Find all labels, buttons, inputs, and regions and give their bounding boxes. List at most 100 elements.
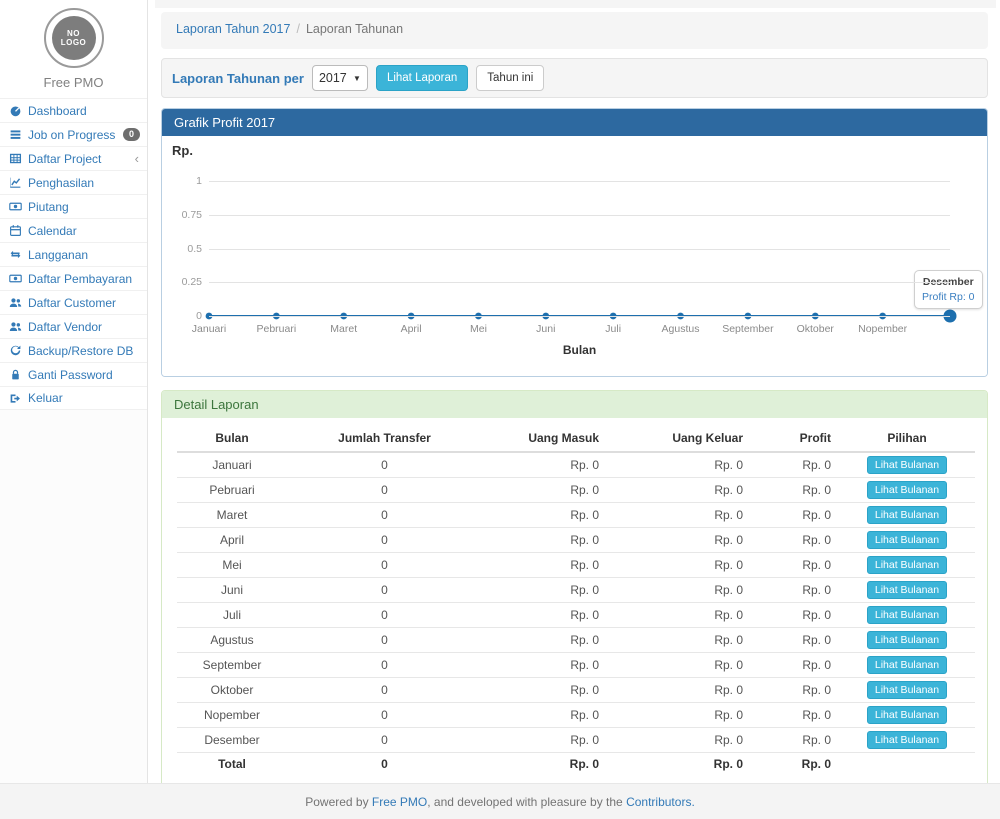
lihat-bulanan-button-januari[interactable]: Lihat Bulanan xyxy=(867,456,947,474)
lihat-laporan-button[interactable]: Lihat Laporan xyxy=(376,65,468,91)
profit-cell: Rp. 0 xyxy=(751,728,839,753)
sidebar-item-penghasilan[interactable]: Penghasilan xyxy=(0,170,147,194)
sidebar-item-label: Daftar Pembayaran xyxy=(28,272,132,286)
uang-masuk-cell: Rp. 0 xyxy=(482,553,607,578)
table-row-oktober: Oktober0Rp. 0Rp. 0Rp. 0Lihat Bulanan xyxy=(177,678,975,703)
lihat-bulanan-button-desember[interactable]: Lihat Bulanan xyxy=(867,731,947,749)
column-header-bulan: Bulan xyxy=(177,426,287,452)
uang-masuk-cell: Rp. 0 xyxy=(482,753,607,777)
breadcrumb-separator: / xyxy=(296,22,299,36)
jumlah-transfer-cell: 0 xyxy=(287,478,482,503)
y-tick-label: 0.5 xyxy=(166,243,202,255)
footer: Powered by Free PMO, and developed with … xyxy=(0,783,1000,819)
money-icon xyxy=(9,200,22,213)
profit-cell: Rp. 0 xyxy=(751,753,839,777)
table-row-total: Total0Rp. 0Rp. 0Rp. 0 xyxy=(177,753,975,777)
sidebar: NOLOGO Free PMO DashboardJob on Progress… xyxy=(0,0,148,783)
app-name: Free PMO xyxy=(0,75,147,98)
profit-line-chart: Rp. Bulan Desember Profit Rp: 0 10.750.5… xyxy=(162,136,987,376)
jumlah-transfer-cell: 0 xyxy=(287,553,482,578)
uang-keluar-cell: Rp. 0 xyxy=(607,478,751,503)
pilihan-cell: Lihat Bulanan xyxy=(839,703,975,728)
table-header-row: BulanJumlah TransferUang MasukUang Kelua… xyxy=(177,426,975,452)
footer-link-contributors[interactable]: Contributors. xyxy=(626,795,695,809)
sidebar-menu: DashboardJob on Progress0Daftar Project‹… xyxy=(0,98,147,410)
sidebar-item-dashboard[interactable]: Dashboard xyxy=(0,98,147,122)
sidebar-item-ganti-password[interactable]: Ganti Password xyxy=(0,362,147,386)
sidebar-item-label: Job on Progress xyxy=(28,128,115,142)
sidebar-item-label: Backup/Restore DB xyxy=(28,344,133,358)
uang-masuk-cell: Rp. 0 xyxy=(482,728,607,753)
report-filter-bar: Laporan Tahunan per 2017 ▼ Lihat Laporan… xyxy=(161,58,988,98)
pilihan-cell: Lihat Bulanan xyxy=(839,528,975,553)
logo-text: NOLOGO xyxy=(61,29,87,47)
x-tick-label-nopember: Nopember xyxy=(843,323,923,335)
sidebar-item-keluar[interactable]: Keluar xyxy=(0,386,147,410)
column-header-uang-masuk: Uang Masuk xyxy=(482,426,607,452)
bulan-cell: Mei xyxy=(177,553,287,578)
uang-masuk-cell: Rp. 0 xyxy=(482,478,607,503)
sidebar-item-langganan[interactable]: Langganan xyxy=(0,242,147,266)
column-header-profit: Profit xyxy=(751,426,839,452)
sidebar-item-calendar[interactable]: Calendar xyxy=(0,218,147,242)
column-header-pilihan: Pilihan xyxy=(839,426,975,452)
year-select[interactable]: 2017 ▼ xyxy=(312,65,368,91)
profit-cell: Rp. 0 xyxy=(751,503,839,528)
breadcrumb-link-laporan-tahun[interactable]: Laporan Tahun 2017 xyxy=(176,22,290,36)
lihat-bulanan-button-maret[interactable]: Lihat Bulanan xyxy=(867,506,947,524)
pilihan-cell: Lihat Bulanan xyxy=(839,553,975,578)
y-tick-label: 0 xyxy=(166,310,202,322)
sidebar-item-daftar-vendor[interactable]: Daftar Vendor xyxy=(0,314,147,338)
table-row-april: April0Rp. 0Rp. 0Rp. 0Lihat Bulanan xyxy=(177,528,975,553)
bulan-cell: Total xyxy=(177,753,287,777)
sidebar-item-label: Daftar Customer xyxy=(28,296,116,310)
sidebar-item-label: Daftar Vendor xyxy=(28,320,102,334)
lihat-bulanan-button-juli[interactable]: Lihat Bulanan xyxy=(867,606,947,624)
sidebar-item-piutang[interactable]: Piutang xyxy=(0,194,147,218)
jumlah-transfer-cell: 0 xyxy=(287,728,482,753)
sidebar-item-job-on-progress[interactable]: Job on Progress0 xyxy=(0,122,147,146)
app-logo: NOLOGO xyxy=(44,8,104,68)
sidebar-item-backup-restore-db[interactable]: Backup/Restore DB xyxy=(0,338,147,362)
bulan-cell: Maret xyxy=(177,503,287,528)
lihat-bulanan-button-agustus[interactable]: Lihat Bulanan xyxy=(867,631,947,649)
bulan-cell: Juni xyxy=(177,578,287,603)
gridline xyxy=(209,249,950,250)
main-content: Laporan Tahun 2017/Laporan Tahunan Lapor… xyxy=(149,0,1000,783)
bulan-cell: Juli xyxy=(177,603,287,628)
tasks-icon xyxy=(9,128,22,141)
bulan-cell: Pebruari xyxy=(177,478,287,503)
sidebar-item-daftar-pembayaran[interactable]: Daftar Pembayaran xyxy=(0,266,147,290)
lihat-bulanan-button-juni[interactable]: Lihat Bulanan xyxy=(867,581,947,599)
footer-link-free-pmo[interactable]: Free PMO xyxy=(372,795,427,809)
money-icon xyxy=(9,272,22,285)
chart-panel-title: Grafik Profit 2017 xyxy=(162,109,987,136)
profit-cell: Rp. 0 xyxy=(751,478,839,503)
lihat-bulanan-button-pebruari[interactable]: Lihat Bulanan xyxy=(867,481,947,499)
lihat-bulanan-button-oktober[interactable]: Lihat Bulanan xyxy=(867,681,947,699)
uang-masuk-cell: Rp. 0 xyxy=(482,703,607,728)
dashboard-icon xyxy=(9,104,22,117)
uang-keluar-cell: Rp. 0 xyxy=(607,503,751,528)
lihat-bulanan-button-april[interactable]: Lihat Bulanan xyxy=(867,531,947,549)
tahun-ini-button[interactable]: Tahun ini xyxy=(476,65,544,91)
lihat-bulanan-button-september[interactable]: Lihat Bulanan xyxy=(867,656,947,674)
sidebar-item-label: Langganan xyxy=(28,248,88,262)
profit-cell: Rp. 0 xyxy=(751,528,839,553)
lihat-bulanan-button-nopember[interactable]: Lihat Bulanan xyxy=(867,706,947,724)
table-row-pebruari: Pebruari0Rp. 0Rp. 0Rp. 0Lihat Bulanan xyxy=(177,478,975,503)
table-row-maret: Maret0Rp. 0Rp. 0Rp. 0Lihat Bulanan xyxy=(177,503,975,528)
footer-text-middle: , and developed with pleasure by the xyxy=(427,795,626,809)
repeat-icon xyxy=(9,248,22,261)
y-tick-label: 0.75 xyxy=(166,209,202,221)
uang-masuk-cell: Rp. 0 xyxy=(482,452,607,478)
profit-chart-panel: Grafik Profit 2017 Rp. Bulan Desember Pr… xyxy=(161,108,988,377)
sidebar-item-label: Ganti Password xyxy=(28,368,113,382)
profit-cell: Rp. 0 xyxy=(751,678,839,703)
lihat-bulanan-button-mei[interactable]: Lihat Bulanan xyxy=(867,556,947,574)
sidebar-item-label: Calendar xyxy=(28,224,77,238)
sidebar-item-daftar-customer[interactable]: Daftar Customer xyxy=(0,290,147,314)
sidebar-item-daftar-project[interactable]: Daftar Project‹ xyxy=(0,146,147,170)
uang-keluar-cell: Rp. 0 xyxy=(607,528,751,553)
table-row-desember: Desember0Rp. 0Rp. 0Rp. 0Lihat Bulanan xyxy=(177,728,975,753)
